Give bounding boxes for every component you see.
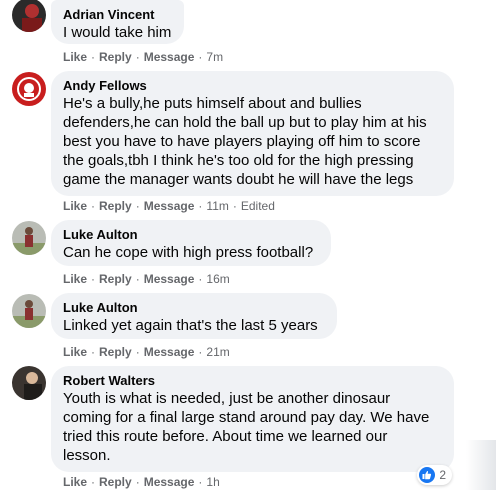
timestamp[interactable]: 16m [206, 272, 229, 286]
message-button[interactable]: Message [144, 272, 195, 286]
like-button[interactable]: Like [63, 199, 87, 213]
avatar-photo-icon [12, 0, 46, 32]
avatar[interactable] [12, 294, 46, 328]
comment-author[interactable]: Andy Fellows [63, 77, 442, 94]
separator: · [198, 50, 203, 64]
separator: · [135, 475, 140, 489]
comment-bubble: Andy Fellows He's a bully,he puts himsel… [51, 71, 454, 196]
avatar[interactable] [12, 366, 46, 400]
avatar[interactable] [12, 72, 46, 106]
avatar[interactable] [12, 221, 46, 255]
thumbs-up-icon [419, 467, 436, 483]
separator: · [198, 199, 203, 213]
reaction-count-label: 2 [439, 468, 446, 482]
avatar-photo-icon [12, 366, 46, 400]
comment-text: Linked yet again that's the last 5 years [63, 317, 318, 334]
club-badge-icon [12, 72, 46, 106]
timestamp[interactable]: 7m [206, 50, 223, 64]
separator: · [198, 345, 203, 359]
message-button[interactable]: Message [144, 475, 195, 489]
like-button[interactable]: Like [63, 475, 87, 489]
separator: · [135, 345, 140, 359]
separator: · [91, 50, 96, 64]
comment-actions: Like · Reply · Message · 11m · Edited [63, 199, 275, 214]
comment-text: He's a bully,he puts himself about and b… [63, 95, 427, 188]
separator: · [198, 475, 203, 489]
separator: · [232, 199, 237, 213]
comment-author[interactable]: Adrian Vincent [63, 6, 172, 23]
panel-edge-shadow [466, 440, 496, 490]
separator: · [91, 199, 96, 213]
comment-actions: Like · Reply · Message · 7m [63, 50, 223, 65]
message-button[interactable]: Message [144, 50, 195, 64]
reply-button[interactable]: Reply [99, 272, 132, 286]
reply-button[interactable]: Reply [99, 199, 132, 213]
like-button[interactable]: Like [63, 50, 87, 64]
edited-label[interactable]: Edited [241, 199, 275, 213]
avatar-photo-icon [12, 294, 46, 328]
comment-author[interactable]: Luke Aulton [63, 226, 319, 243]
comment-bubble: Luke Aulton Can he cope with high press … [51, 220, 331, 266]
avatar-photo-icon [12, 221, 46, 255]
reaction-count[interactable]: 2 [417, 465, 452, 485]
separator: · [135, 199, 140, 213]
timestamp[interactable]: 11m [206, 199, 228, 213]
like-button[interactable]: Like [63, 345, 87, 359]
reply-button[interactable]: Reply [99, 475, 132, 489]
comment-bubble: Robert Walters Youth is what is needed, … [51, 366, 454, 472]
comment-text: Can he cope with high press football? [63, 244, 314, 261]
timestamp[interactable]: 1h [206, 475, 219, 489]
message-button[interactable]: Message [144, 199, 195, 213]
comment-actions: Like · Reply · Message · 21m [63, 345, 230, 360]
comment-bubble: Adrian Vincent I would take him [51, 0, 184, 44]
comment-actions: Like · Reply · Message · 16m [63, 272, 230, 287]
avatar[interactable] [12, 0, 46, 32]
comment-author[interactable]: Robert Walters [63, 372, 442, 389]
comment-bubble: Luke Aulton Linked yet again that's the … [51, 293, 337, 339]
separator: · [198, 272, 203, 286]
like-button[interactable]: Like [63, 272, 87, 286]
separator: · [91, 272, 96, 286]
separator: · [135, 50, 140, 64]
separator: · [91, 475, 96, 489]
comment-text: I would take him [63, 24, 172, 41]
reply-button[interactable]: Reply [99, 50, 132, 64]
message-button[interactable]: Message [144, 345, 195, 359]
comment-actions: Like · Reply · Message · 1h [63, 475, 220, 490]
timestamp[interactable]: 21m [206, 345, 229, 359]
comment-author[interactable]: Luke Aulton [63, 299, 325, 316]
reply-button[interactable]: Reply [99, 345, 132, 359]
separator: · [91, 345, 96, 359]
comment-text: Youth is what is needed, just be another… [63, 390, 430, 464]
separator: · [135, 272, 140, 286]
